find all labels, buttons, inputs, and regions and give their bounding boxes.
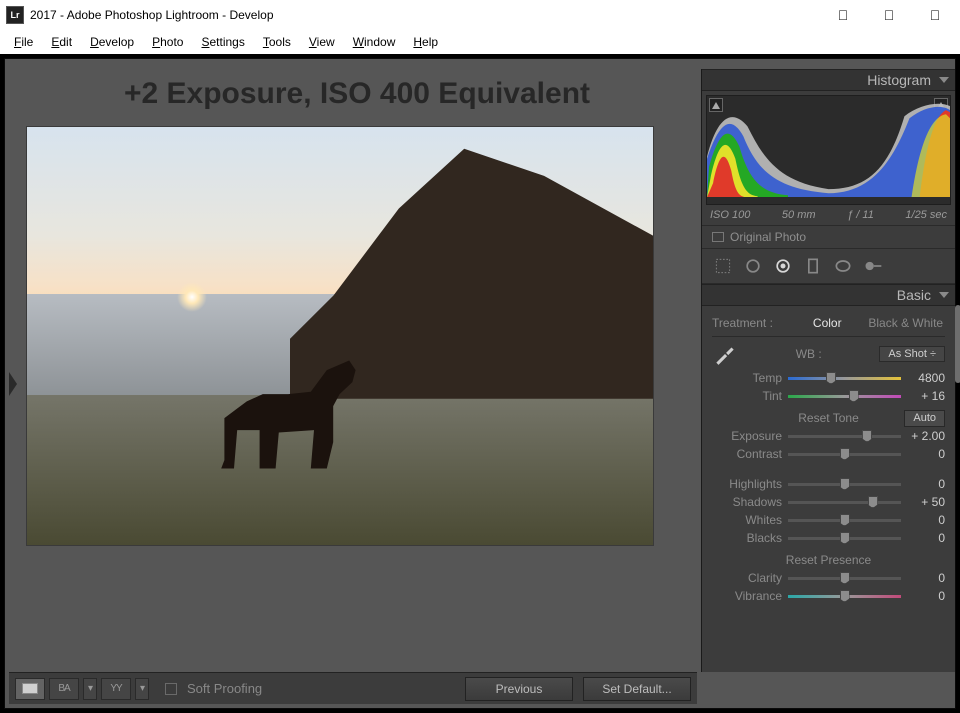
histogram-label: Histogram — [867, 72, 931, 88]
tint-label: Tint — [712, 389, 788, 403]
view-toolbar: BA ▾ YY ▾ Soft Proofing Previous Set Def… — [9, 672, 697, 704]
whites-value[interactable]: 0 — [901, 513, 945, 527]
exif-shutter: 1/25 sec — [905, 209, 947, 221]
tint-value[interactable]: + 16 — [901, 389, 945, 403]
shadows-slider[interactable] — [788, 495, 901, 509]
soft-proofing-checkbox[interactable] — [165, 683, 177, 695]
treatment-bw[interactable]: Black & White — [867, 316, 946, 330]
reset-tone-label[interactable]: Reset Tone — [798, 411, 859, 425]
treatment-color[interactable]: Color — [788, 316, 867, 330]
exif-focal: 50 mm — [782, 209, 816, 221]
clarity-slider[interactable] — [788, 571, 901, 585]
preview-image[interactable] — [27, 127, 653, 545]
exposure-value[interactable]: + 2.00 — [901, 429, 945, 443]
exposure-label: Exposure — [712, 429, 788, 443]
menu-file[interactable]: File — [6, 33, 41, 51]
menu-edit[interactable]: Edit — [43, 33, 80, 51]
image-canvas-area: +2 Exposure, ISO 400 Equivalent BA ▾ YY … — [5, 59, 701, 708]
previous-button[interactable]: Previous — [465, 677, 573, 701]
window-minimize-button[interactable]:  — [820, 0, 866, 30]
chevron-down-icon — [939, 77, 949, 83]
whites-label: Whites — [712, 513, 788, 527]
contrast-slider[interactable] — [788, 447, 901, 461]
blacks-label: Blacks — [712, 531, 788, 545]
menu-photo[interactable]: Photo — [144, 33, 191, 51]
wb-label: WB : — [738, 347, 879, 361]
exif-iso: ISO 100 — [710, 209, 750, 221]
menu-bar: File Edit Develop Photo Settings Tools V… — [0, 30, 960, 54]
blacks-slider[interactable] — [788, 531, 901, 545]
develop-right-panel: Histogram ISO 100 50 mm ƒ — [701, 69, 955, 672]
menu-develop[interactable]: Develop — [82, 33, 142, 51]
whites-slider[interactable] — [788, 513, 901, 527]
blacks-value[interactable]: 0 — [901, 531, 945, 545]
shadows-value[interactable]: + 50 — [901, 495, 945, 509]
view-mode-compare-menu[interactable]: ▾ — [135, 678, 149, 700]
menu-help[interactable]: Help — [405, 33, 446, 51]
adjustment-brush-tool[interactable] — [862, 255, 884, 277]
radial-filter-tool[interactable] — [832, 255, 854, 277]
reset-presence-label[interactable]: Reset Presence — [786, 553, 871, 567]
soft-proofing-label: Soft Proofing — [187, 681, 262, 696]
temp-slider[interactable] — [788, 371, 901, 385]
tool-strip — [702, 248, 955, 284]
panel-scrollbar[interactable] — [955, 305, 960, 383]
original-photo-toggle[interactable]: Original Photo — [702, 225, 955, 248]
wb-eyedropper-tool[interactable] — [712, 341, 738, 367]
exif-aperture: ƒ / 11 — [847, 209, 874, 221]
view-mode-compare[interactable]: YY — [101, 678, 131, 700]
highlights-label: Highlights — [712, 477, 788, 491]
menu-window[interactable]: Window — [345, 33, 404, 51]
clarity-label: Clarity — [712, 571, 788, 585]
clarity-value[interactable]: 0 — [901, 571, 945, 585]
vibrance-slider[interactable] — [788, 589, 901, 603]
menu-view[interactable]: View — [301, 33, 343, 51]
vibrance-value[interactable]: 0 — [901, 589, 945, 603]
view-mode-before-after-lr[interactable]: BA — [49, 678, 79, 700]
crop-tool[interactable] — [712, 255, 734, 277]
histogram[interactable] — [706, 95, 951, 205]
overlay-title: +2 Exposure, ISO 400 Equivalent — [21, 77, 693, 111]
histogram-panel-header[interactable]: Histogram — [702, 69, 955, 91]
app-logo-icon: Lr — [6, 6, 24, 24]
temp-value[interactable]: 4800 — [901, 371, 945, 385]
set-default-button[interactable]: Set Default... — [583, 677, 691, 701]
chevron-down-icon — [939, 292, 949, 298]
shadows-label: Shadows — [712, 495, 788, 509]
window-titlebar: Lr 2017 - Adobe Photoshop Lightroom - De… — [0, 0, 960, 30]
treatment-label: Treatment : — [712, 316, 788, 330]
graduated-filter-tool[interactable] — [802, 255, 824, 277]
basic-panel-header[interactable]: Basic — [702, 284, 955, 306]
view-mode-before-after-menu[interactable]: ▾ — [83, 678, 97, 700]
wb-preset-select[interactable]: As Shot ÷ — [879, 346, 945, 362]
original-photo-checkbox-icon — [712, 232, 724, 242]
original-photo-label: Original Photo — [730, 230, 806, 244]
exposure-slider[interactable] — [788, 429, 901, 443]
redeye-tool[interactable] — [772, 255, 794, 277]
spot-removal-tool[interactable] — [742, 255, 764, 277]
menu-tools[interactable]: Tools — [255, 33, 299, 51]
exif-row: ISO 100 50 mm ƒ / 11 1/25 sec — [702, 209, 955, 225]
vibrance-label: Vibrance — [712, 589, 788, 603]
window-close-button[interactable]:  — [912, 0, 958, 30]
tint-slider[interactable] — [788, 389, 901, 403]
menu-settings[interactable]: Settings — [193, 33, 252, 51]
basic-label: Basic — [897, 287, 931, 303]
highlights-value[interactable]: 0 — [901, 477, 945, 491]
window-maximize-button[interactable]:  — [866, 0, 912, 30]
auto-tone-button[interactable]: Auto — [904, 410, 945, 427]
window-title: 2017 - Adobe Photoshop Lightroom - Devel… — [30, 8, 820, 22]
temp-label: Temp — [712, 371, 788, 385]
view-mode-loupe[interactable] — [15, 678, 45, 700]
highlights-slider[interactable] — [788, 477, 901, 491]
contrast-value[interactable]: 0 — [901, 447, 945, 461]
contrast-label: Contrast — [712, 447, 788, 461]
